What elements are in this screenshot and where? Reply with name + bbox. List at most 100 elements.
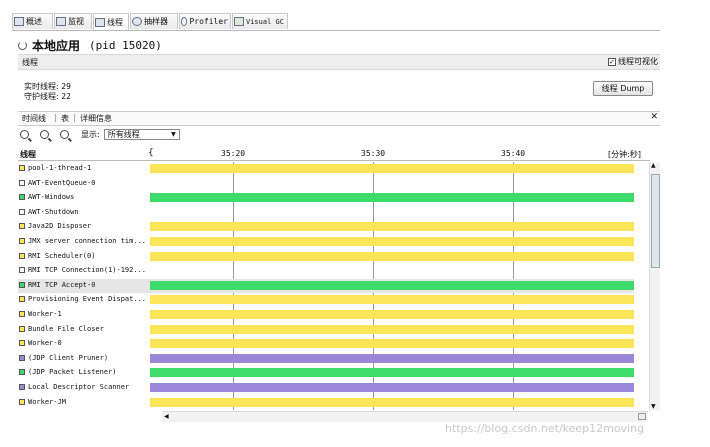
thread-state-bar bbox=[150, 193, 634, 203]
thread-state-bar bbox=[150, 251, 634, 261]
threads-icon bbox=[95, 17, 105, 27]
thread-state-bar bbox=[150, 222, 634, 232]
threads-section-header: 线程 ✓ 线程可视化 bbox=[18, 54, 660, 70]
tab-overview[interactable]: 概述 bbox=[12, 13, 53, 29]
zoom-fit-icon[interactable] bbox=[60, 130, 69, 139]
thread-name: pool-1-thread-1 bbox=[28, 164, 92, 172]
threads-visualization-toggle[interactable]: ✓ 线程可视化 bbox=[608, 56, 658, 67]
thread-row[interactable]: AWT-Shutdown bbox=[18, 206, 634, 220]
thread-state-icon bbox=[19, 340, 25, 347]
thread-row[interactable]: JMX server connection tim... bbox=[18, 235, 634, 249]
thread-name: Provisioning Event Dispat... bbox=[28, 295, 147, 304]
zoom-in-icon[interactable] bbox=[20, 130, 29, 139]
thread-row[interactable]: Java2D Disposer bbox=[18, 220, 634, 234]
live-threads-label: 实时线程: bbox=[24, 82, 59, 91]
thread-state-bar bbox=[150, 164, 634, 173]
thread-state-icon bbox=[19, 208, 25, 215]
thread-state-icon bbox=[19, 384, 25, 390]
thread-name: Worker-1 bbox=[28, 310, 62, 318]
tick-label: 35:20 bbox=[221, 149, 246, 158]
thread-state-icon bbox=[19, 165, 25, 171]
thread-state-icon bbox=[19, 354, 25, 361]
tab-sampler[interactable]: 抽样器 bbox=[130, 13, 178, 29]
thread-name: RMI Scheduler(0) bbox=[28, 251, 96, 260]
thread-column-label: 线程 bbox=[20, 150, 36, 159]
thread-row[interactable]: Worker-JM bbox=[18, 396, 634, 410]
thread-name: JMX server connection tim... bbox=[28, 237, 147, 245]
section-label: 线程 bbox=[22, 58, 38, 67]
thread-row[interactable]: RMI TCP Connection(1)-192... bbox=[18, 264, 634, 278]
dropdown-arrow-icon: ▼ bbox=[171, 131, 176, 138]
tab-monitor[interactable]: 监视 bbox=[54, 13, 92, 29]
time-unit-label: [分钟:秒] bbox=[608, 150, 641, 159]
thread-row[interactable]: RMI Scheduler(0) bbox=[18, 250, 634, 264]
show-label: 显示: bbox=[81, 130, 100, 139]
tab-timeline[interactable]: 时间线 bbox=[22, 113, 46, 124]
scroll-down-icon[interactable]: ▼ bbox=[651, 403, 656, 410]
thread-row[interactable]: Bundle File Closer bbox=[18, 323, 634, 337]
thread-state-icon bbox=[19, 267, 25, 274]
thread-row[interactable]: Worker-0 bbox=[18, 337, 634, 351]
thread-name: Bundle File Closer bbox=[28, 324, 104, 333]
timeline-toolbar: 显示: 所有线程 ▼ bbox=[20, 129, 180, 140]
profiler-icon bbox=[181, 17, 188, 26]
thread-row[interactable]: (JDP Client Pruner) bbox=[18, 352, 634, 366]
tab-visual-gc[interactable]: Visual GC bbox=[232, 13, 288, 29]
thread-state-icon bbox=[19, 281, 25, 288]
thread-state-icon bbox=[19, 238, 25, 244]
tab-details[interactable]: 详细信息 bbox=[80, 113, 112, 124]
scroll-right-icon[interactable] bbox=[638, 413, 646, 420]
thread-name: (JDP Packet Listener) bbox=[28, 368, 117, 377]
thread-name: (JDP Client Pruner) bbox=[28, 353, 109, 362]
daemon-threads-value: 22 bbox=[61, 92, 71, 101]
checkbox-checked-icon[interactable]: ✓ bbox=[608, 57, 616, 66]
thread-state-icon bbox=[19, 252, 25, 259]
thread-dump-button[interactable]: 线程 Dump bbox=[593, 81, 653, 96]
watermark: https://blog.csdn.net/keep12moving bbox=[445, 422, 645, 435]
scroll-left-icon[interactable]: ◀ bbox=[164, 413, 169, 420]
scroll-thumb[interactable] bbox=[651, 174, 660, 268]
monitor-icon bbox=[56, 17, 66, 26]
tab-threads[interactable]: 线程 bbox=[93, 13, 129, 30]
thread-name: AWT-Shutdown bbox=[28, 207, 79, 216]
tick-label: 35:40 bbox=[501, 149, 526, 158]
thread-state-bar bbox=[150, 324, 634, 334]
pid-label: (pid 15020) bbox=[89, 39, 162, 52]
thread-state-icon bbox=[19, 369, 25, 376]
tab-profiler[interactable]: Profiler bbox=[179, 13, 231, 29]
thread-state-icon bbox=[19, 398, 25, 405]
visual-gc-icon bbox=[234, 17, 244, 26]
thread-state-icon bbox=[19, 179, 25, 186]
thread-name: RMI TCP Connection(1)-192... bbox=[28, 266, 147, 275]
close-icon[interactable]: ✕ bbox=[650, 112, 658, 122]
loading-icon bbox=[18, 41, 27, 50]
horizontal-scrollbar[interactable]: ◀ bbox=[162, 411, 648, 422]
thread-state-bar bbox=[150, 280, 634, 290]
vertical-scrollbar[interactable]: ▲ ▼ bbox=[649, 162, 660, 410]
thread-row[interactable]: Worker-1 bbox=[18, 308, 634, 322]
live-threads-value: 29 bbox=[61, 82, 71, 91]
tick-label: 35:30 bbox=[361, 149, 386, 158]
thread-state-bar bbox=[150, 295, 634, 305]
thread-row[interactable]: Local Descriptor Scanner bbox=[18, 381, 634, 395]
thread-name: Java2D Disposer bbox=[28, 222, 92, 231]
thread-row[interactable]: AWT-EventQueue-0 bbox=[18, 177, 634, 191]
timeline-header: 线程 { 35:20 35:30 35:40 [分钟:秒] bbox=[18, 148, 650, 161]
daemon-threads-label: 守护线程: bbox=[24, 92, 59, 101]
scroll-up-icon[interactable]: ▲ bbox=[651, 162, 656, 169]
timeline-start-marker: { bbox=[148, 148, 154, 158]
thread-name: RMI TCP Accept-0 bbox=[28, 280, 96, 289]
tab-table[interactable]: 表 bbox=[61, 113, 69, 124]
thread-row[interactable]: AWT-Windows bbox=[18, 191, 634, 205]
zoom-out-icon[interactable] bbox=[40, 130, 49, 139]
thread-row[interactable]: RMI TCP Accept-0 bbox=[18, 278, 634, 293]
thread-row[interactable]: pool-1-thread-1 bbox=[18, 162, 634, 176]
tab-bar: 概述 监视 线程 抽样器 Profiler Visual GC bbox=[12, 13, 660, 31]
thread-state-icon bbox=[19, 296, 25, 303]
thread-name: AWT-Windows bbox=[28, 193, 75, 202]
thread-filter-select[interactable]: 所有线程 ▼ bbox=[103, 129, 180, 140]
app-title: 本地应用 bbox=[32, 39, 81, 53]
thread-row[interactable]: Provisioning Event Dispat... bbox=[18, 293, 634, 307]
thread-row[interactable]: (JDP Packet Listener) bbox=[18, 366, 634, 380]
sampler-icon bbox=[132, 17, 142, 26]
